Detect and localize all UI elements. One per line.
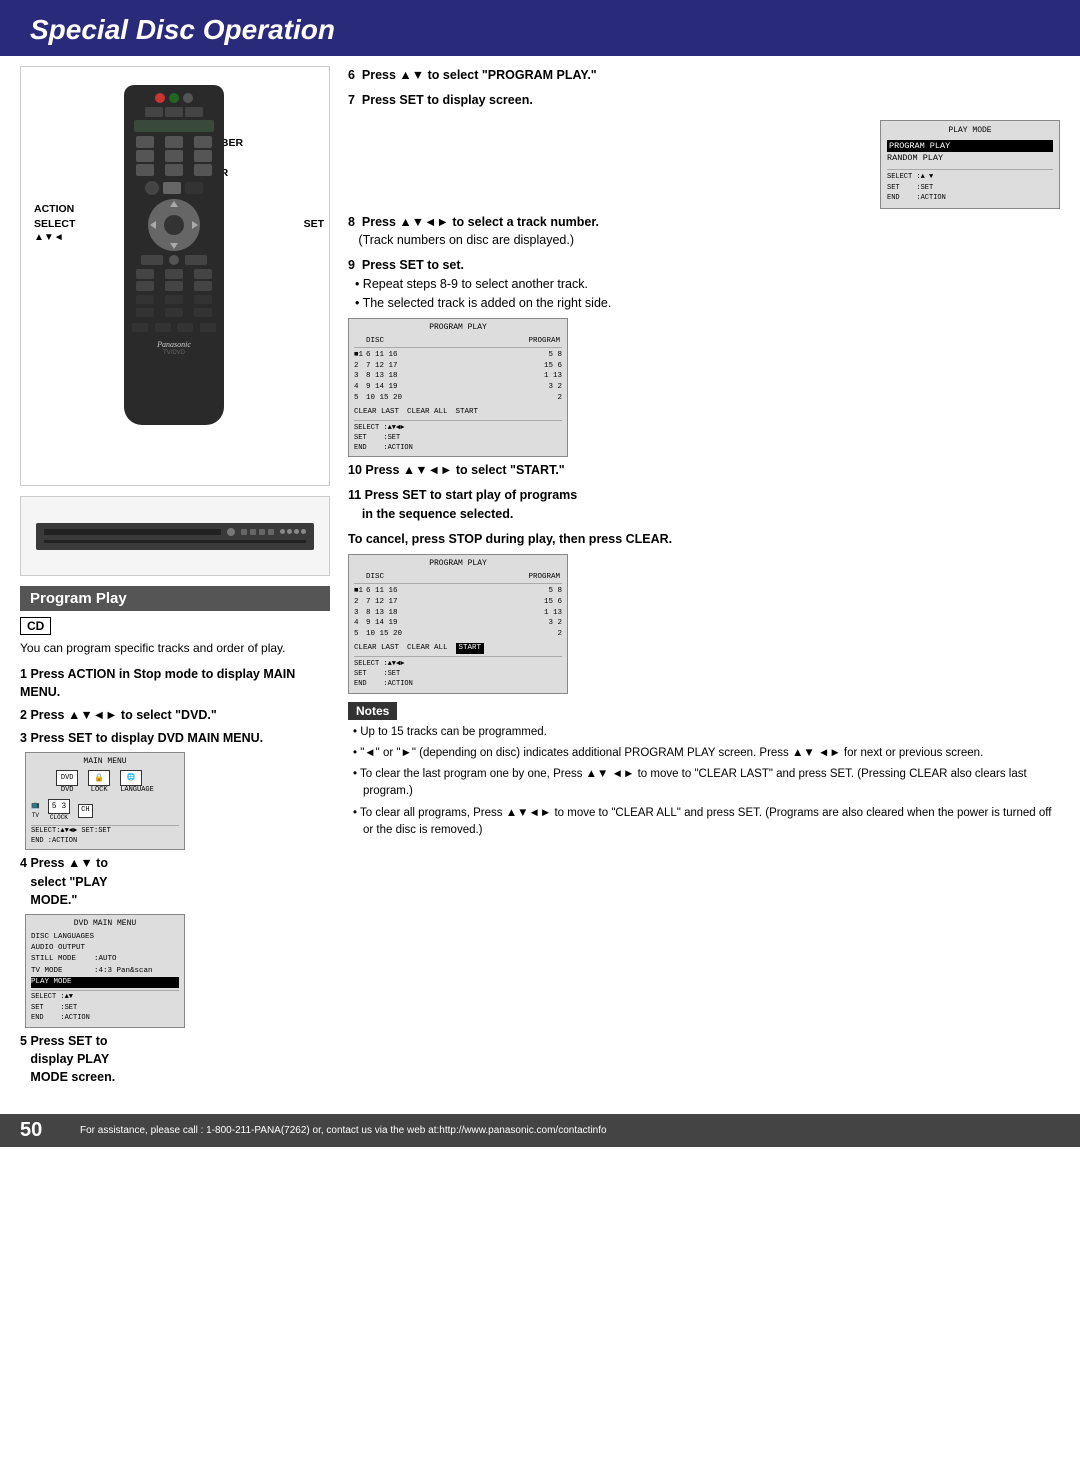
clock-icon-area: 5 3 CLOCK (48, 799, 70, 823)
step-1: 1 Press ACTION in Stop mode to display M… (20, 665, 330, 701)
clear-all-btn2: CLEAR ALL (407, 643, 448, 654)
main-menu-footer: SELECT:▲▼◄► SET:SETEND :ACTION (31, 825, 179, 847)
prog-row-2: 2 7 12 17 15 6 (354, 361, 562, 372)
start-btn: START (456, 407, 479, 418)
step-6: 6 Press ▲▼ to select "PROGRAM PLAY." (348, 66, 1060, 85)
step-8: 8 Press ▲▼◄► to select a track number. (… (348, 213, 1060, 251)
clear-last-btn: CLEAR LAST (354, 407, 399, 418)
program-play-table-2: PROGRAM PLAY DISC PROGRAM ■1 6 11 16 5 8… (348, 554, 568, 693)
ch-icon-small: CH (78, 804, 92, 818)
contact-info: For assistance, please call : 1-800-211-… (80, 1125, 607, 1136)
step-9: 9 Press SET to set. • Repeat steps 8-9 t… (348, 256, 1060, 312)
prog-table2-footer: SELECT :▲▼◄►SET :SETEND :ACTION (354, 656, 562, 689)
prog2-row-4: 4 9 14 19 3 2 (354, 618, 562, 629)
step-10: 10 Press ▲▼◄► to select "START." (348, 461, 1060, 480)
prog-row-3: 3 8 13 18 1 13 (354, 371, 562, 382)
step-2: 2 Press ▲▼◄► to select "DVD." (20, 706, 330, 724)
language-icon-area: 🌐 LANGUAGE (120, 770, 154, 796)
start-btn2-highlighted: START (456, 643, 485, 654)
note-3: • To clear the last program one by one, … (353, 766, 1060, 801)
set-label: SET (304, 218, 324, 230)
cd-badge: CD (20, 617, 51, 635)
section-description: You can program specific tracks and orde… (20, 640, 330, 657)
page-footer: 50 For assistance, please call : 1-800-2… (0, 1114, 1080, 1147)
prog-table-2-title: PROGRAM PLAY (354, 558, 562, 570)
step-11: 11 Press SET to start play of programs i… (348, 486, 1060, 524)
main-menu-screen: MAIN MENU DVD DVD 🔒 LOCK 🌐 LANGUAGE (25, 752, 185, 850)
play-mode-title: PLAY MODE (887, 125, 1053, 137)
tv-icon-small: 📺 TV (31, 802, 40, 820)
clear-all-btn: CLEAR ALL (407, 407, 448, 418)
dvd-main-menu-title: DVD MAIN MENU (31, 918, 179, 930)
dvd-main-footer: SELECT :▲▼SET :SETEND :ACTION (31, 990, 179, 1024)
prog2-row-1: ■1 6 11 16 5 8 (354, 586, 562, 597)
action-label: ACTION (34, 203, 74, 215)
select-label: SELECT (34, 218, 75, 230)
notes-header: Notes (348, 702, 397, 720)
main-content: NUMBER keys CLEAR ACTION SELECT ▲▼◄ SET (0, 56, 1080, 1104)
prog-row-4: 4 9 14 19 3 2 (354, 382, 562, 393)
page-number: 50 (20, 1119, 60, 1142)
clear-last-btn2: CLEAR LAST (354, 643, 399, 654)
prog-table-footer: SELECT :▲▼◄►SET :SETEND :ACTION (354, 420, 562, 453)
step-3: 3 Press SET to display DVD MAIN MENU. (20, 729, 330, 747)
step-5: 5 Press SET to display PLAY MODE screen. (20, 1032, 330, 1086)
remote-with-labels: NUMBER keys CLEAR ACTION SELECT ▲▼◄ SET (29, 75, 329, 460)
arrows-label: ▲▼◄ (34, 232, 64, 243)
program-play-option: PROGRAM PLAY (887, 140, 1053, 153)
prog2-row-3: 3 8 13 18 1 13 (354, 608, 562, 619)
note-1: • Up to 15 tracks can be programmed. (353, 724, 1060, 741)
program-play-table-1: PROGRAM PLAY DISC PROGRAM ■1 6 11 16 5 8… (348, 318, 568, 457)
prog2-row-5: 5 10 15 20 2 (354, 629, 562, 640)
prog-table-1-title: PROGRAM PLAY (354, 322, 562, 334)
prog-row-1: ■1 6 11 16 5 8 (354, 350, 562, 361)
prog2-row-2: 2 7 12 17 15 6 (354, 597, 562, 608)
lock-icon-area: 🔒 LOCK (88, 770, 110, 796)
step-7: 7 Press SET to display screen. (348, 91, 1060, 110)
main-menu-title: MAIN MENU (31, 756, 179, 767)
dvd-icon-area: DVD DVD (56, 770, 78, 796)
play-mode-screen: PLAY MODE PROGRAM PLAY RANDOM PLAY SELEC… (880, 120, 1060, 209)
right-column: 6 Press ▲▼ to select "PROGRAM PLAY." 7 P… (348, 66, 1060, 1094)
page-title: Special Disc Operation (30, 14, 1050, 46)
program-play-section: Program Play CD You can program specific… (20, 586, 330, 1086)
cancel-instruction: To cancel, press STOP during play, then … (348, 530, 1060, 549)
play-mode-highlighted: PLAY MODE (31, 977, 179, 988)
notes-list: • Up to 15 tracks can be programmed. • "… (348, 724, 1060, 840)
page-header: Special Disc Operation (0, 0, 1080, 56)
play-mode-footer: SELECT :▲ ▼SET :SETEND :ACTION (887, 169, 1053, 204)
program-play-header: Program Play (20, 586, 330, 611)
step-4: 4 Press ▲▼ to select "PLAY MODE." (20, 854, 330, 908)
remote-container: NUMBER keys CLEAR ACTION SELECT ▲▼◄ SET (20, 66, 330, 486)
notes-section: Notes • Up to 15 tracks can be programme… (348, 702, 1060, 840)
clock-display: 5 3 (48, 799, 70, 814)
random-play-option: RANDOM PLAY (887, 152, 1053, 165)
dvd-player-area (20, 496, 330, 576)
note-4: • To clear all programs, Press ▲▼◄► to m… (353, 805, 1060, 840)
dvd-main-menu-screen: DVD MAIN MENU DISC LANGUAGES AUDIO OUTPU… (25, 914, 185, 1028)
left-column: NUMBER keys CLEAR ACTION SELECT ▲▼◄ SET (20, 66, 330, 1094)
remote-body: Panasonic TV/DVD (124, 85, 224, 425)
note-2: • "◄" or "►" (depending on disc) indicat… (353, 745, 1060, 762)
main-menu-icons: DVD DVD 🔒 LOCK 🌐 LANGUAGE (31, 770, 179, 796)
prog-row-5: 5 10 15 20 2 (354, 393, 562, 404)
